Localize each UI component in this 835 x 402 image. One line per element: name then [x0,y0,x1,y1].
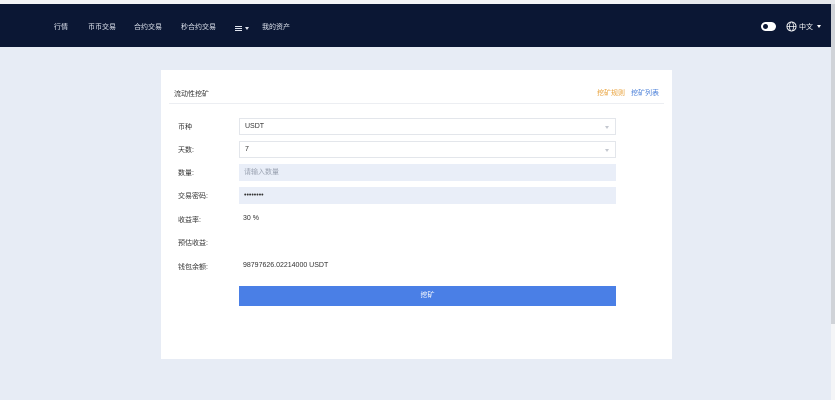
divider [169,103,664,104]
days-value: 7 [245,146,249,153]
mine-submit-button[interactable]: 挖矿 [239,286,616,306]
top-navbar: 行情 币币交易 合约交易 秒合约交易 我的资产 中文 [0,4,831,47]
yield-value: 30 % [243,215,259,222]
scrollbar[interactable] [831,4,835,400]
currency-value: USDT [245,123,265,130]
page-title: 流动性挖矿 [174,91,209,98]
nav-item-second-contract[interactable]: 秒合约交易 [181,4,216,47]
trade-password-input[interactable]: •••••••• [239,187,616,204]
mining-list-link[interactable]: 挖矿列表 [631,88,659,98]
nav-item-spot-trading[interactable]: 币币交易 [88,4,116,47]
mining-rules-link[interactable]: 挖矿规则 [597,88,625,98]
scrollbar-thumb[interactable] [831,4,835,324]
nav-item-my-assets[interactable]: 我的资产 [262,4,290,47]
days-label: 天数: [178,147,194,154]
toggle-knob [763,24,768,29]
language-chevron-down-icon[interactable] [817,25,821,28]
currency-select[interactable]: USDT [239,118,616,135]
theme-toggle-icon[interactable] [761,22,776,31]
grid-menu-icon [235,26,242,31]
nav-more-menu[interactable] [235,24,251,34]
language-selector[interactable]: 中文 [799,4,813,47]
wallet-balance-value: 98797626.02214000 USDT [243,262,329,269]
nav-item-contract-trading[interactable]: 合约交易 [134,4,162,47]
chevron-down-icon [605,126,609,129]
yield-label: 收益率: [178,217,201,224]
days-select[interactable]: 7 [239,141,616,158]
amount-label: 数量: [178,170,194,177]
page-viewport: 行情 币币交易 合约交易 秒合约交易 我的资产 中文 流动性挖矿 挖矿规则 挖矿… [0,4,831,400]
mining-card: 流动性挖矿 挖矿规则 挖矿列表 币种 USDT 天数: 7 数量: 交易密码: … [161,70,672,359]
currency-label: 币种 [178,124,192,131]
chevron-down-icon [245,27,249,30]
amount-input[interactable] [239,164,616,181]
expected-income-label: 预估收益: [178,240,208,247]
chevron-down-icon [605,149,609,152]
globe-icon[interactable] [786,21,797,32]
trade-password-label: 交易密码: [178,193,208,200]
nav-item-market[interactable]: 行情 [54,4,68,47]
wallet-balance-label: 钱包余额: [178,264,208,271]
